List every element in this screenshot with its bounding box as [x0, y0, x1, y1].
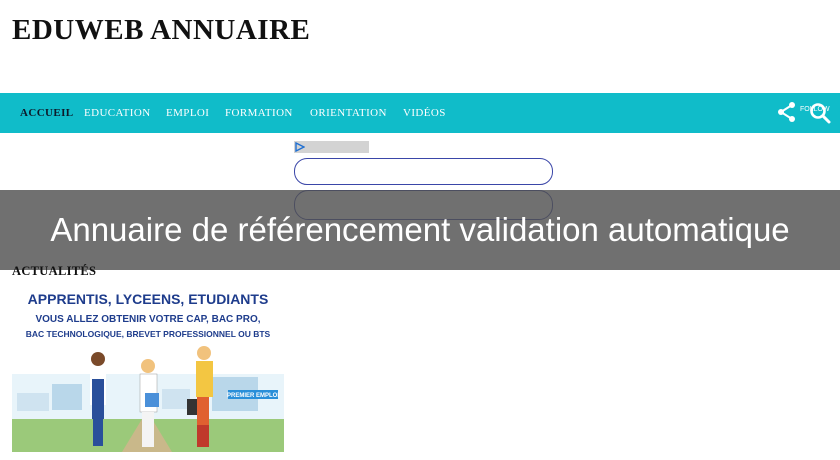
person-legs — [93, 419, 103, 446]
main-navbar: ACCUEIL EDUCATION EMPLOI FORMATION ORIEN… — [0, 93, 840, 133]
banner-text: Annuaire de référencement validation aut… — [50, 211, 790, 248]
person-head — [141, 359, 155, 373]
ad-label-bar — [294, 141, 369, 153]
nav-item-education[interactable]: EDUCATION — [84, 107, 151, 119]
person-head — [197, 346, 211, 360]
site-title[interactable]: EDUWEB ANNUAIRE — [12, 14, 310, 47]
promo-headline: APPRENTIS, LYCEENS, ETUDIANTS — [28, 291, 269, 307]
nav-item-accueil[interactable]: ACCUEIL — [20, 107, 74, 119]
share-icon[interactable] — [776, 101, 798, 123]
promo-line: VOUS ALLEZ OBTENIR VOTRE CAP, BAC PRO, — [35, 314, 260, 325]
person-apron — [92, 379, 104, 419]
person-bag — [145, 393, 159, 407]
nav-item-formation[interactable]: FORMATION — [225, 107, 293, 119]
section-heading: ACTUALITÉS — [12, 264, 97, 278]
promo-badge: PREMIER EMPLOI — [227, 393, 279, 399]
building — [52, 384, 82, 410]
building — [162, 389, 190, 409]
building — [17, 393, 49, 411]
person-head — [91, 352, 105, 366]
person-body — [196, 361, 213, 397]
adchoices-icon[interactable] — [295, 142, 305, 152]
title-banner: Annuaire de référencement validation aut… — [0, 190, 840, 270]
nav-item-videos[interactable]: VIDÉOS — [403, 107, 446, 119]
ad-box[interactable] — [294, 158, 553, 185]
nav-item-emploi[interactable]: EMPLOI — [166, 107, 209, 119]
search-icon[interactable] — [808, 101, 832, 125]
person-boots — [197, 425, 209, 447]
nav-item-orientation[interactable]: ORIENTATION — [310, 107, 387, 119]
person-legs — [197, 397, 209, 425]
person-legs — [142, 412, 154, 447]
promo-line: BAC TECHNOLOGIQUE, BREVET PROFESSIONNEL … — [26, 329, 271, 339]
promo-image[interactable]: APPRENTIS, LYCEENS, ETUDIANTS VOUS ALLEZ… — [12, 289, 284, 452]
